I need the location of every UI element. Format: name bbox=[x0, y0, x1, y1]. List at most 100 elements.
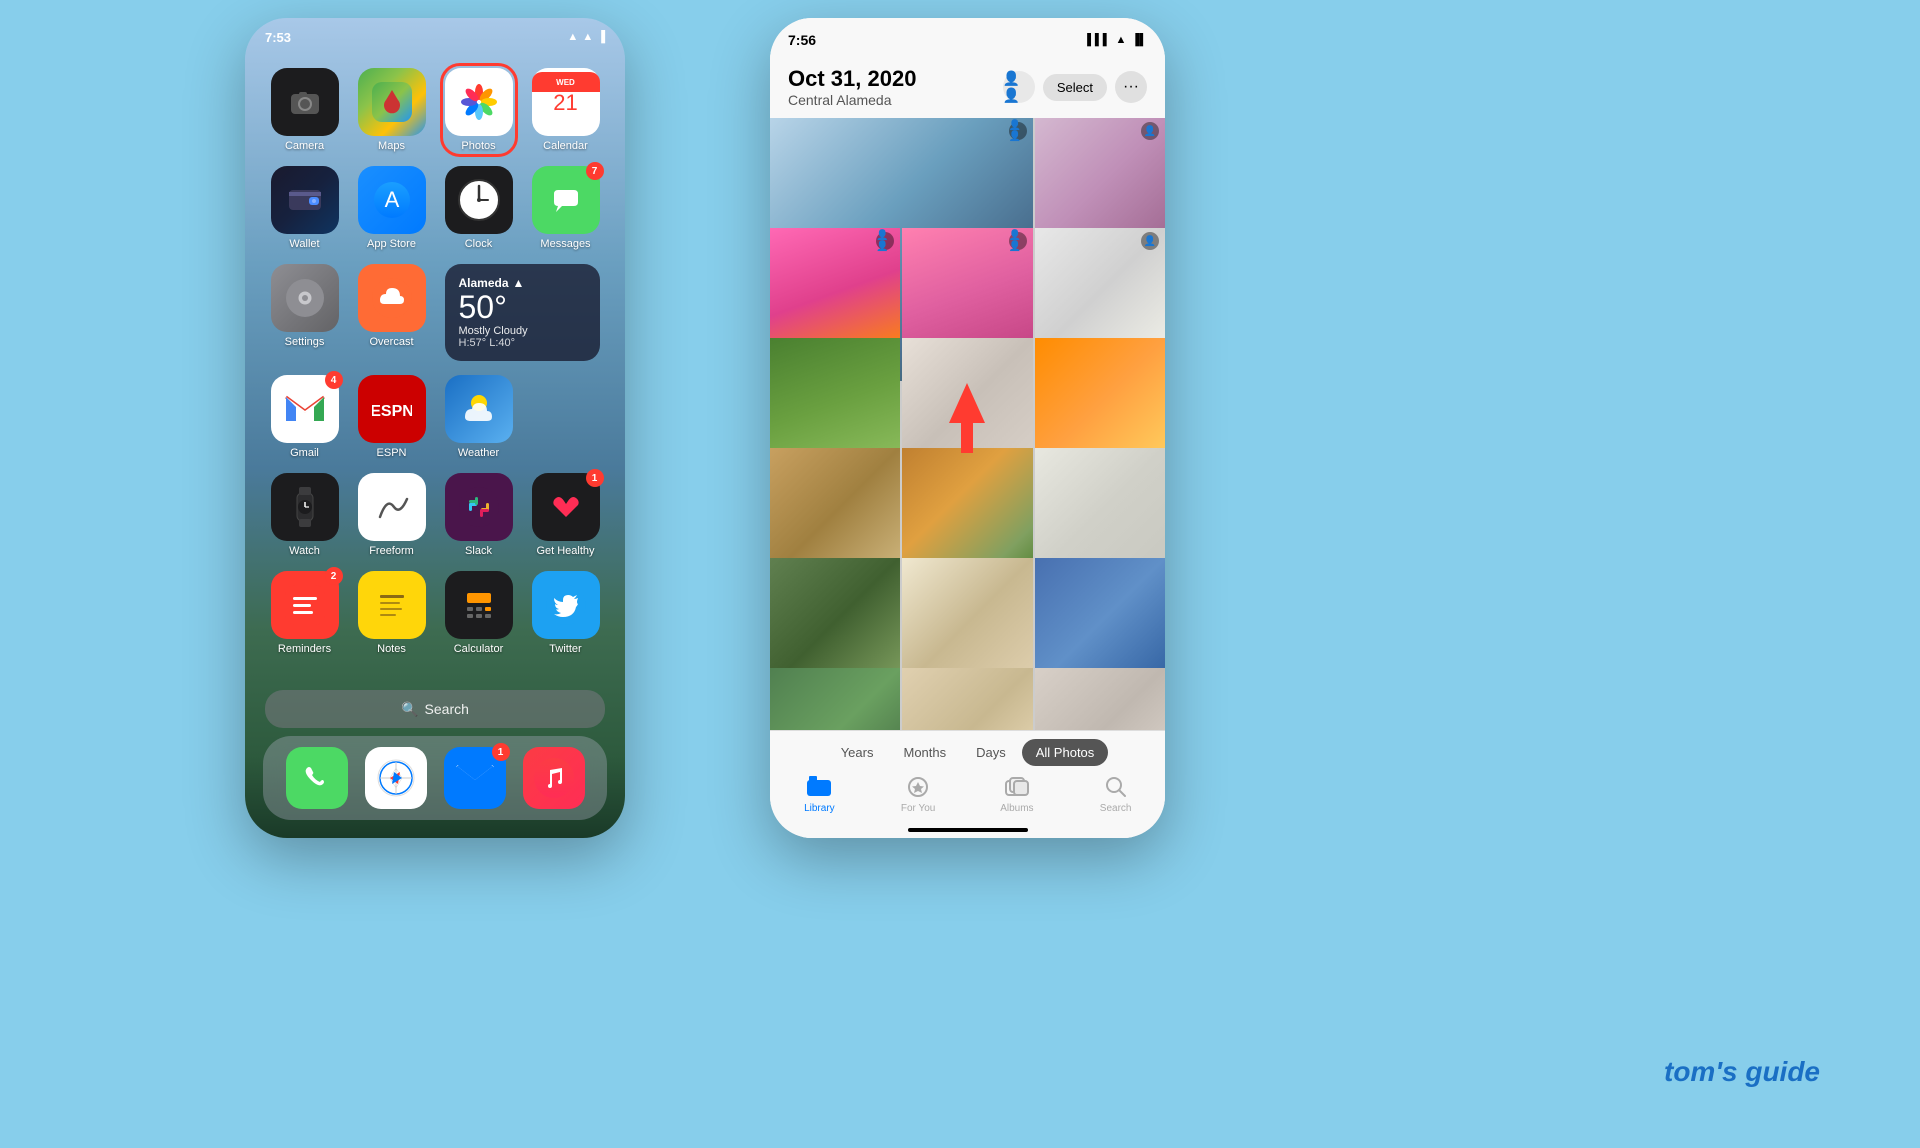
library-icon bbox=[807, 776, 831, 801]
signal-icon: ▲ bbox=[567, 31, 578, 43]
photo-15[interactable]: 👤👤 bbox=[770, 668, 900, 730]
dock-safari[interactable] bbox=[365, 747, 427, 809]
app-settings[interactable]: Settings bbox=[271, 264, 339, 348]
app-label-gethealthy: Get Healthy bbox=[536, 545, 594, 557]
app-slack[interactable]: Slack bbox=[445, 473, 513, 557]
tab-albums[interactable]: Albums bbox=[987, 776, 1047, 814]
photo-grid: 👤👤 👤 👤👤 👤👤 👤 bbox=[770, 118, 1165, 730]
photo-grid-container: 👤👤 👤 👤👤 👤👤 👤 bbox=[770, 118, 1165, 730]
photos-battery-icon: ▐▌ bbox=[1131, 34, 1147, 46]
tab-library[interactable]: Library bbox=[789, 776, 849, 814]
app-maps[interactable]: Maps bbox=[358, 68, 426, 152]
app-weather[interactable]: Weather bbox=[445, 375, 513, 459]
photos-tab-bar: Library For You Albums bbox=[770, 770, 1165, 828]
tab-albums-label: Albums bbox=[1000, 803, 1033, 814]
app-gethealthy[interactable]: 1 Get Healthy bbox=[532, 473, 600, 557]
weather-desc: Mostly Cloudy bbox=[459, 325, 586, 337]
app-gmail[interactable]: 4 Gmail bbox=[271, 375, 339, 459]
app-watch[interactable]: Watch bbox=[271, 473, 339, 557]
seg-years[interactable]: Years bbox=[827, 739, 888, 766]
tab-foryou-label: For You bbox=[901, 803, 935, 814]
app-label-calculator: Calculator bbox=[454, 643, 504, 655]
svg-text:ESPN: ESPN bbox=[372, 403, 412, 420]
reminders-badge: 2 bbox=[325, 567, 343, 585]
photos-header-buttons: 👤👤 Select ··· bbox=[1003, 71, 1147, 103]
dock-music[interactable] bbox=[523, 747, 585, 809]
photo-17[interactable]: 👤👤 bbox=[1035, 668, 1165, 730]
app-calculator[interactable]: Calculator bbox=[445, 571, 513, 655]
photo-16[interactable] bbox=[902, 668, 1032, 730]
app-label-espn: ESPN bbox=[377, 447, 407, 459]
status-time-left: 7:53 bbox=[265, 30, 291, 45]
photos-location: Central Alameda bbox=[788, 92, 916, 108]
share-people-button[interactable]: 👤👤 bbox=[1003, 71, 1035, 103]
battery-icon: ▐ bbox=[597, 31, 605, 43]
toms-guide-logo: tom's guide bbox=[1664, 1056, 1820, 1088]
app-calendar[interactable]: WED 21 Calendar bbox=[532, 68, 600, 152]
app-twitter[interactable]: Twitter bbox=[532, 571, 600, 655]
photo-3-person-icon: 👤👤 bbox=[876, 232, 894, 250]
seg-allphotos[interactable]: All Photos bbox=[1022, 739, 1109, 766]
app-label-gmail: Gmail bbox=[290, 447, 319, 459]
gethealthy-badge: 1 bbox=[586, 469, 604, 487]
dock-phone[interactable] bbox=[286, 747, 348, 809]
photos-status-time: 7:56 bbox=[788, 32, 816, 48]
tab-library-label: Library bbox=[804, 803, 835, 814]
select-button[interactable]: Select bbox=[1043, 74, 1107, 101]
app-espn[interactable]: ESPN ESPN bbox=[358, 375, 426, 459]
app-appstore[interactable]: A App Store bbox=[358, 166, 426, 250]
status-bar-left: 7:53 ▲ ▲ ▐ bbox=[245, 18, 625, 50]
app-label-reminders: Reminders bbox=[278, 643, 331, 655]
app-label-maps: Maps bbox=[378, 140, 405, 152]
app-overcast[interactable]: Overcast bbox=[358, 264, 426, 348]
app-photos[interactable]: Photos bbox=[445, 68, 513, 152]
app-wallet[interactable]: Wallet bbox=[271, 166, 339, 250]
app-label-twitter: Twitter bbox=[549, 643, 581, 655]
seg-days[interactable]: Days bbox=[962, 739, 1020, 766]
messages-badge: 7 bbox=[586, 162, 604, 180]
weather-city: Alameda ▲ bbox=[459, 276, 586, 290]
red-arrow bbox=[949, 383, 985, 458]
app-label-calendar: Calendar bbox=[543, 140, 588, 152]
search-bar[interactable]: 🔍 Search bbox=[265, 690, 605, 728]
photos-status-bar: 7:56 ▌▌▌ ▲ ▐▌ bbox=[770, 18, 1165, 62]
app-label-clock: Clock bbox=[465, 238, 493, 250]
app-label-camera: Camera bbox=[285, 140, 324, 152]
tab-search[interactable]: Search bbox=[1086, 776, 1146, 814]
dock-mail[interactable]: 1 bbox=[444, 747, 506, 809]
app-clock[interactable]: Clock bbox=[445, 166, 513, 250]
photos-header-row: Oct 31, 2020 Central Alameda 👤👤 Select ·… bbox=[788, 66, 1147, 108]
right-phone: 7:56 ▌▌▌ ▲ ▐▌ Oct 31, 2020 Central Alame… bbox=[770, 18, 1165, 838]
app-label-overcast: Overcast bbox=[369, 336, 413, 348]
search-icon: 🔍 bbox=[401, 701, 418, 718]
photos-bottom: Years Months Days All Photos Library bbox=[770, 730, 1165, 838]
photos-signal-icon: ▌▌▌ bbox=[1087, 34, 1110, 46]
app-camera[interactable]: Camera bbox=[271, 68, 339, 152]
app-label-messages: Messages bbox=[540, 238, 590, 250]
seg-months[interactable]: Months bbox=[889, 739, 960, 766]
app-label-weather: Weather bbox=[458, 447, 499, 459]
app-notes[interactable]: Notes bbox=[358, 571, 426, 655]
weather-widget: Alameda ▲ 50° Mostly Cloudy H:57° L:40° bbox=[445, 264, 600, 361]
app-label-freeform: Freeform bbox=[369, 545, 414, 557]
app-label-notes: Notes bbox=[377, 643, 406, 655]
app-label-wallet: Wallet bbox=[289, 238, 319, 250]
photo-4-person-icon: 👤👤 bbox=[1009, 232, 1027, 250]
home-indicator-bar bbox=[908, 828, 1028, 832]
search-label: Search bbox=[425, 701, 469, 717]
app-freeform[interactable]: Freeform bbox=[358, 473, 426, 557]
left-phone: 7:53 ▲ ▲ ▐ Camera Maps bbox=[245, 18, 625, 838]
photos-wifi-icon: ▲ bbox=[1116, 34, 1127, 46]
app-messages[interactable]: 7 Messages bbox=[532, 166, 600, 250]
photo-1-person-icon: 👤👤 bbox=[1009, 122, 1027, 140]
more-button[interactable]: ··· bbox=[1115, 71, 1147, 103]
more-icon: ··· bbox=[1123, 78, 1139, 96]
photo-2-person-icon: 👤 bbox=[1141, 122, 1159, 140]
app-reminders[interactable]: 2 Reminders bbox=[271, 571, 339, 655]
svg-text:A: A bbox=[384, 187, 399, 212]
tab-foryou[interactable]: For You bbox=[888, 776, 948, 814]
photos-status-icons: ▌▌▌ ▲ ▐▌ bbox=[1087, 34, 1147, 46]
mail-badge: 1 bbox=[492, 743, 510, 761]
dock: 1 bbox=[263, 736, 607, 820]
app-label-slack: Slack bbox=[465, 545, 492, 557]
